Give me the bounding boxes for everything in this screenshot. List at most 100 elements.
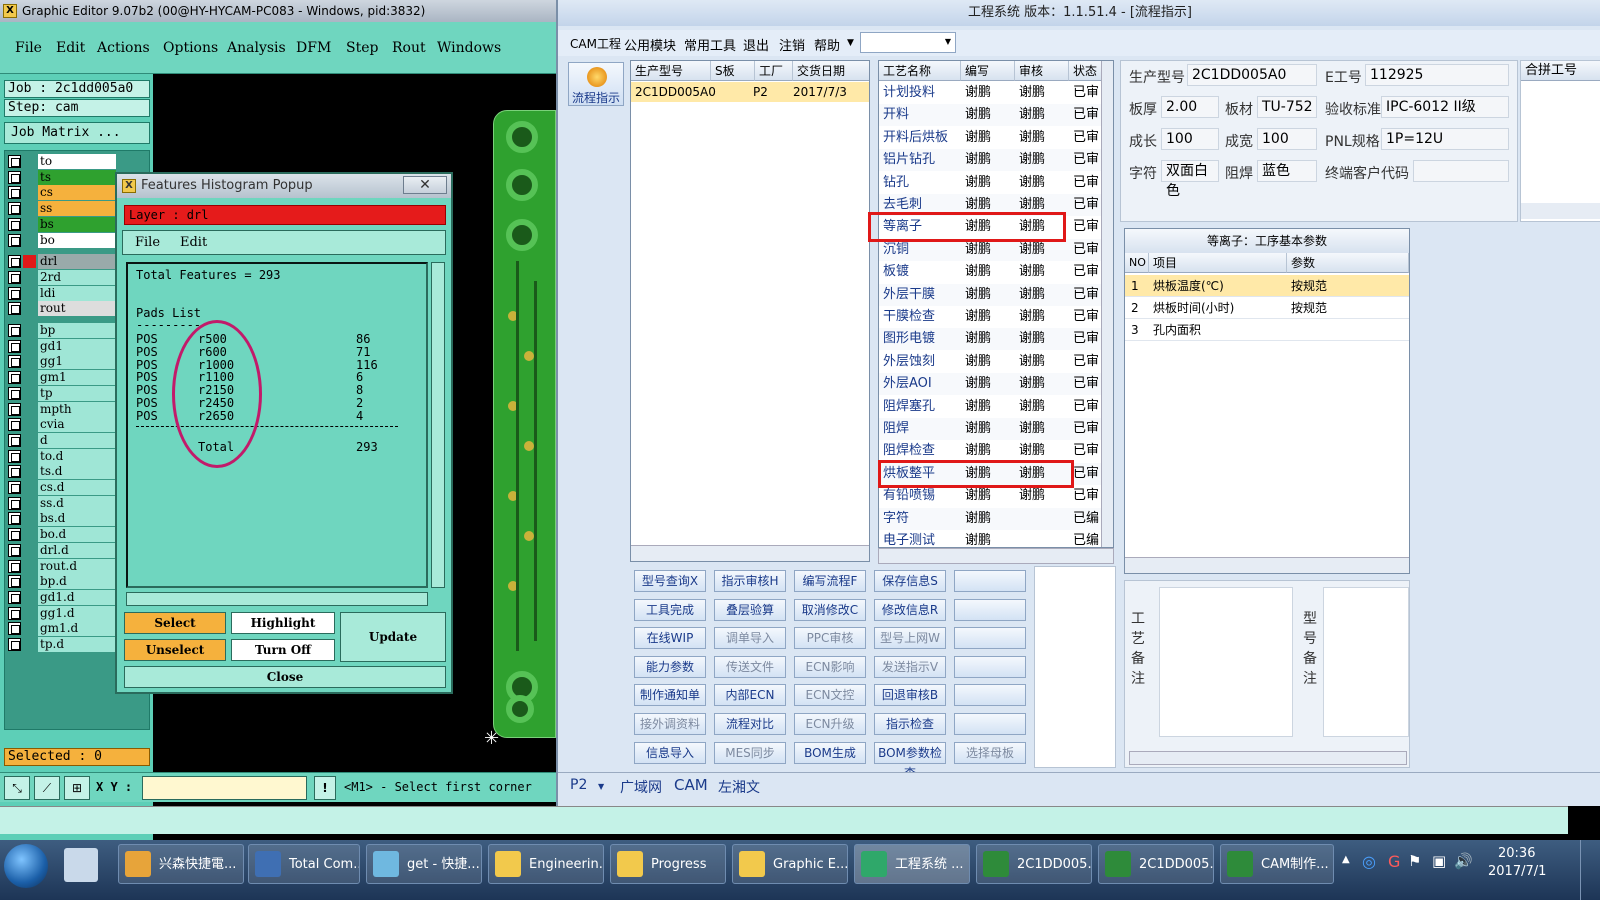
xy-input[interactable] (142, 776, 307, 800)
layer-name[interactable]: ts (38, 169, 116, 185)
action-button[interactable]: 信息导入 (634, 741, 706, 764)
layer-row[interactable]: gd1.d (8, 589, 116, 605)
grid-tool-icon[interactable]: ⊞ (64, 776, 90, 800)
process-row[interactable]: 外层干膜 谢鹏 谢鹏 已审 (879, 283, 1101, 306)
layer-name[interactable]: cs.d (38, 480, 116, 495)
process-row[interactable]: 字符 谢鹏 已编 (879, 507, 1101, 530)
clock-date[interactable]: 2017/7/1 (1488, 864, 1546, 879)
action-button[interactable]: 制作通知单 (634, 684, 706, 707)
process-row[interactable]: 计划投料 谢鹏 谢鹏 已审 (879, 82, 1101, 104)
action-button[interactable]: 选择母板 (954, 741, 1026, 764)
layer-checkbox[interactable] (8, 449, 21, 463)
layer-checkbox[interactable] (8, 559, 21, 573)
layer-name[interactable]: rout (38, 301, 116, 317)
layer-row[interactable]: cs (8, 185, 116, 201)
tray-flag-icon[interactable]: ⚑ (1408, 852, 1421, 870)
process-row[interactable]: 阻焊 谢鹏 谢鹏 已审 (879, 418, 1101, 440)
action-button[interactable]: ECN文控 (794, 684, 866, 707)
layer-row[interactable]: ss (8, 201, 116, 217)
layer-name[interactable]: ts.d (38, 464, 116, 480)
layer-name[interactable]: bp.d (38, 574, 116, 590)
layer-row[interactable]: bo.d (8, 527, 116, 543)
layer-row[interactable]: drl (8, 254, 116, 270)
layer-row[interactable]: bp.d (8, 574, 116, 590)
layer-checkbox[interactable] (8, 255, 21, 269)
layer-row[interactable]: cs.d (8, 480, 116, 495)
layer-row[interactable]: to.d (8, 448, 116, 464)
highlight-button[interactable]: Highlight (231, 612, 335, 634)
menu-cam[interactable]: CAM工程 (570, 35, 621, 52)
popup-menu-file[interactable]: File (135, 235, 160, 250)
measure-tool-icon[interactable]: ⟋ (34, 776, 60, 800)
layer-checkbox[interactable] (8, 202, 21, 216)
layer-checkbox[interactable] (8, 575, 21, 589)
menu-rout[interactable]: Rout (392, 40, 426, 56)
process-row[interactable]: 铝片钻孔 谢鹏 谢鹏 已审 (879, 149, 1101, 172)
layer-name[interactable]: gd1 (38, 338, 116, 354)
layer-row[interactable]: gg1 (8, 354, 116, 370)
action-button[interactable]: BOM生成 (794, 741, 866, 764)
action-button[interactable]: 型号上网W (874, 627, 946, 650)
action-button[interactable]: 修改信息R (874, 598, 946, 621)
layer-checkbox[interactable] (8, 606, 21, 620)
model-notes-textarea[interactable] (1323, 587, 1409, 737)
menu-help[interactable]: 帮助 (814, 35, 840, 54)
product-row[interactable]: 2C1DD005A0 P2 2017/7/3 (631, 82, 869, 102)
layer-name[interactable]: bo (38, 232, 116, 248)
process-row[interactable]: 外层蚀刻 谢鹏 谢鹏 已审 (879, 350, 1101, 373)
action-button[interactable]: BOM参数检查 (874, 741, 946, 780)
layer-checkbox[interactable] (8, 324, 21, 337)
tray-g-icon[interactable]: G (1388, 852, 1400, 871)
layer-name[interactable]: gg1 (38, 354, 116, 370)
layer-checkbox[interactable] (8, 355, 21, 369)
col-reviewer[interactable]: 审核 (1015, 61, 1069, 81)
layer-checkbox[interactable] (8, 512, 21, 526)
layer-name[interactable]: ss (38, 201, 116, 217)
layer-name[interactable]: 2rd (38, 269, 116, 285)
status-chevron-down-icon[interactable]: ▼ (598, 782, 604, 791)
notes-hscrollbar[interactable] (1129, 751, 1407, 765)
action-button[interactable]: 保存信息S (874, 570, 946, 592)
process-row[interactable]: 外层AOI 谢鹏 谢鹏 已审 (879, 373, 1101, 396)
layer-checkbox[interactable] (8, 302, 21, 316)
col-s-board[interactable]: S板 (711, 61, 755, 81)
layer-checkbox[interactable] (8, 371, 21, 385)
clock-time[interactable]: 20:36 (1498, 846, 1535, 861)
menu-logout[interactable]: 注销 (779, 35, 805, 54)
layer-name[interactable]: drl (38, 254, 116, 270)
action-button[interactable]: 调单导入 (714, 627, 786, 650)
layer-checkbox[interactable] (8, 170, 21, 184)
process-row[interactable]: 图形电镀 谢鹏 谢鹏 已审 (879, 328, 1101, 351)
layer-name[interactable]: rout.d (38, 558, 116, 574)
engineering-titlebar[interactable]: 工程系统 版本：1.1.51.4 - [流程指示] (558, 0, 1600, 26)
menu-exit[interactable]: 退出 (743, 35, 769, 54)
layer-checkbox[interactable] (8, 186, 21, 200)
layer-name[interactable]: ss.d (38, 495, 116, 511)
close-button[interactable]: Close (124, 666, 446, 688)
layer-row[interactable]: gg1.d (8, 605, 116, 621)
layer-name[interactable]: cs (38, 185, 116, 201)
taskbar-item[interactable]: Graphic E... (732, 844, 848, 884)
col-param[interactable]: 参数 (1287, 253, 1409, 273)
layer-checkbox[interactable] (8, 433, 21, 447)
action-button[interactable]: 工具完成 (634, 598, 706, 621)
menu-file[interactable]: File (15, 40, 42, 56)
layer-name[interactable]: tp.d (38, 637, 116, 652)
layer-checkbox[interactable] (8, 465, 21, 479)
taskbar-item[interactable]: Progress (610, 844, 726, 884)
action-button[interactable] (954, 713, 1026, 735)
process-row[interactable]: 电子测试 谢鹏 已编 (879, 530, 1101, 547)
layer-checkbox[interactable] (8, 496, 21, 510)
layer-name[interactable]: bp (38, 323, 116, 338)
parameter-row[interactable]: 1 烘板温度(℃) 按规范 (1125, 275, 1409, 297)
taskbar-item[interactable]: 工程系统 ... (854, 844, 970, 884)
taskbar-item[interactable]: Engineerin... (488, 844, 604, 884)
layer-row[interactable]: rout.d (8, 558, 116, 574)
menu-tools[interactable]: 常用工具 (684, 35, 736, 54)
menu-options[interactable]: Options (163, 40, 218, 56)
col-model[interactable]: 生产型号 (631, 61, 711, 81)
action-button[interactable]: 能力参数 (634, 655, 706, 678)
tray-network-icon[interactable]: ▣ (1432, 852, 1446, 870)
layer-row[interactable]: tp (8, 385, 116, 401)
menu-step[interactable]: Step (346, 40, 378, 56)
